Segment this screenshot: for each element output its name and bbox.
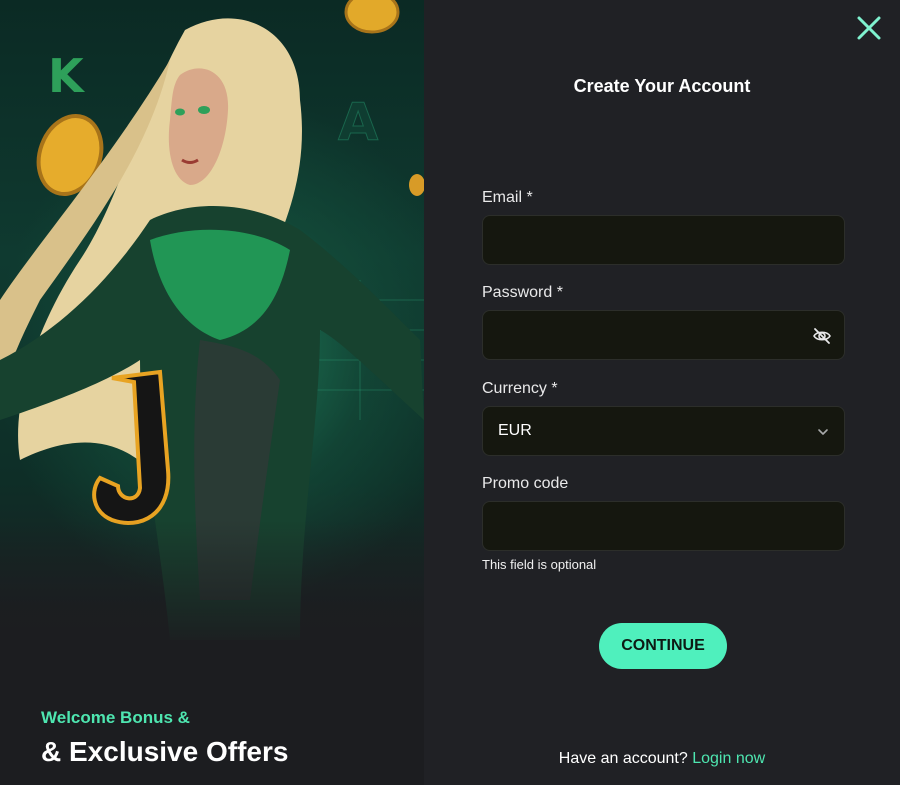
currency-selected-value: EUR (498, 422, 532, 439)
promo-title: & Exclusive Offers (41, 736, 289, 767)
chevron-down-icon (818, 429, 828, 435)
password-field-wrapper (482, 310, 845, 360)
close-icon (857, 16, 881, 40)
continue-button[interactable]: CONTINUE (599, 623, 727, 669)
email-field-wrapper (482, 215, 845, 265)
promo-code-field-wrapper (482, 501, 845, 551)
promo-panel: K A Welcome Bonus & & Exclusive Offers (0, 0, 424, 785)
password-field[interactable] (483, 311, 844, 359)
form-title: Create Your Account (573, 76, 751, 96)
signup-form-panel: Create Your Account Email * Password * C… (424, 0, 900, 785)
svg-text:A: A (338, 93, 378, 153)
currency-select[interactable]: EUR (482, 406, 845, 456)
promo-code-field[interactable] (483, 502, 844, 550)
login-now-link[interactable]: Login now (692, 750, 765, 767)
promo-code-hint: This field is optional (482, 557, 597, 572)
promo-code-label: Promo code (482, 475, 569, 492)
email-label: Email * (482, 189, 533, 206)
login-prompt-text: Have an account? (558, 750, 688, 767)
close-button[interactable] (856, 15, 882, 41)
password-label: Password * (482, 284, 563, 301)
eye-off-icon[interactable] (812, 326, 832, 346)
login-prompt: Have an account? Login now (424, 750, 900, 768)
email-field[interactable] (483, 216, 844, 264)
promo-subtitle: Welcome Bonus & (41, 708, 190, 727)
currency-label: Currency * (482, 380, 558, 397)
svg-text:K: K (48, 49, 86, 103)
